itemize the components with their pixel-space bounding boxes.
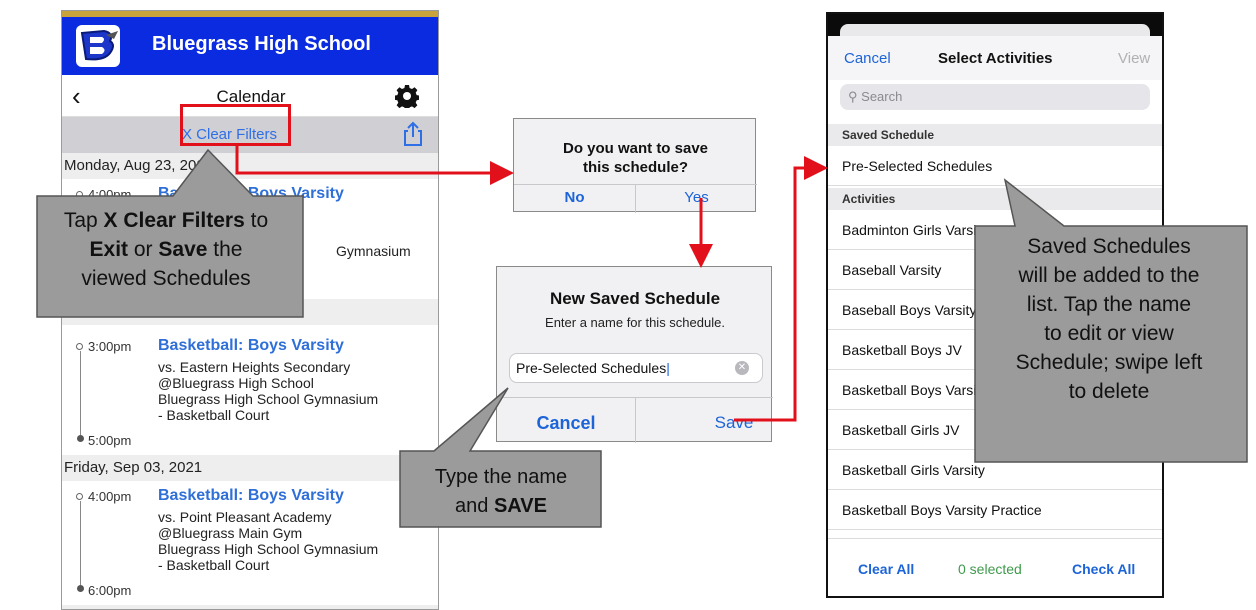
callout-type-name: Type the name and SAVE (402, 463, 600, 521)
callout-text: the (207, 238, 243, 261)
callout-text: and (455, 495, 494, 517)
callout-saved-schedules: Saved Schedules will be added to the lis… (973, 232, 1245, 406)
callout-text: Type the name (434, 466, 568, 488)
callout-text: Saved Schedules (1027, 235, 1191, 258)
callout-bold: Save (158, 238, 208, 261)
callout-text: Schedule; swipe left (1015, 351, 1203, 374)
callout-text: list. Tap the name (1026, 293, 1192, 316)
flow-arrow (734, 156, 828, 422)
callout-text: to delete (1068, 380, 1150, 403)
callout-bold: Exit (89, 238, 129, 261)
callout-text: viewed Schedules (81, 267, 251, 290)
callout-bold: X Clear Filters (103, 209, 245, 232)
callout-text: will be added to the (1018, 264, 1200, 287)
callout-text: to (244, 209, 269, 232)
callout-text: Tap (63, 209, 104, 232)
callout-clear-filters: Tap X Clear Filters to Exit or Save the … (35, 206, 297, 293)
callout-text: to edit or view (1044, 322, 1174, 345)
flow-arrow (235, 146, 514, 185)
callout-text: or (128, 238, 159, 261)
callout-bold: SAVE (493, 495, 547, 517)
